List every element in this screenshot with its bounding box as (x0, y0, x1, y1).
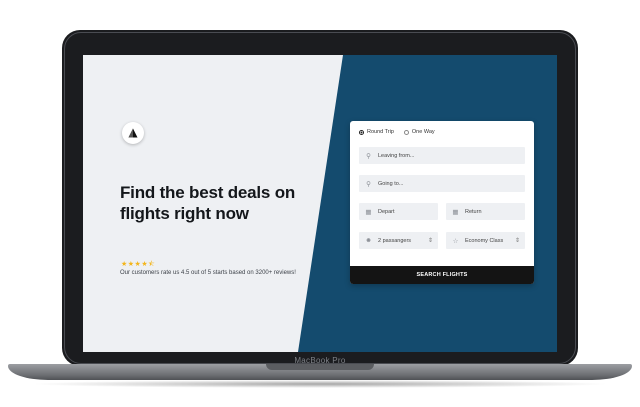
cabin-class-select[interactable]: ☆ Economy Class ⇕ (446, 232, 525, 249)
passengers-value: 2 passangers (378, 237, 412, 244)
hero-headline: Find the best deals on flights right now (120, 183, 296, 223)
rating-text: Our customers rate us 4.5 out of 5 start… (120, 270, 296, 276)
leaving-from-placeholder: Leaving from... (378, 152, 415, 159)
device-model-label: MacBook Pro (294, 356, 346, 365)
leaving-from-field[interactable]: ⚲ Leaving from... (359, 147, 525, 164)
search-flights-button[interactable]: SEARCH FLIGHTS (350, 266, 534, 284)
flight-search-card: Round Trip One Way ⚲ Leaving from... ⚲ G… (350, 121, 534, 284)
trip-option-one-way[interactable]: One Way (403, 129, 435, 135)
depart-placeholder: Depart (378, 208, 395, 215)
calendar-icon: ▦ (365, 208, 372, 216)
passengers-select[interactable]: ☻ 2 passangers ⇕ (359, 232, 438, 249)
user-icon: ☻ (365, 237, 372, 244)
calendar-icon: ▦ (452, 208, 459, 216)
brand-logo[interactable] (122, 122, 144, 144)
radio-selected-icon[interactable] (359, 129, 364, 135)
trip-option-label: Round Trip (367, 129, 394, 135)
trip-option-round-trip[interactable]: Round Trip (359, 129, 394, 135)
trip-type-options: Round Trip One Way (359, 129, 435, 135)
trip-option-label: One Way (411, 129, 435, 135)
going-to-placeholder: Going to... (378, 180, 404, 187)
rating-stars-icon: ★★★★⯪ (121, 261, 156, 268)
location-pin-icon: ⚲ (366, 180, 371, 188)
cabin-class-value: Economy Class (465, 237, 504, 244)
depart-date-field[interactable]: ▦ Depart (359, 203, 438, 220)
laptop-screen: Find the best deals on flights right now… (83, 55, 557, 352)
location-pin-icon: ⚲ (366, 152, 371, 160)
star-icon: ☆ (452, 237, 459, 245)
chevron-updown-icon: ⇕ (514, 238, 520, 244)
going-to-field[interactable]: ⚲ Going to... (359, 175, 525, 192)
laptop-shadow (30, 380, 610, 388)
return-date-field[interactable]: ▦ Return (446, 203, 525, 220)
triangle-logo-icon (128, 128, 138, 138)
chevron-updown-icon: ⇕ (427, 238, 433, 244)
return-placeholder: Return (465, 208, 482, 215)
radio-unselected-icon[interactable] (403, 129, 409, 135)
